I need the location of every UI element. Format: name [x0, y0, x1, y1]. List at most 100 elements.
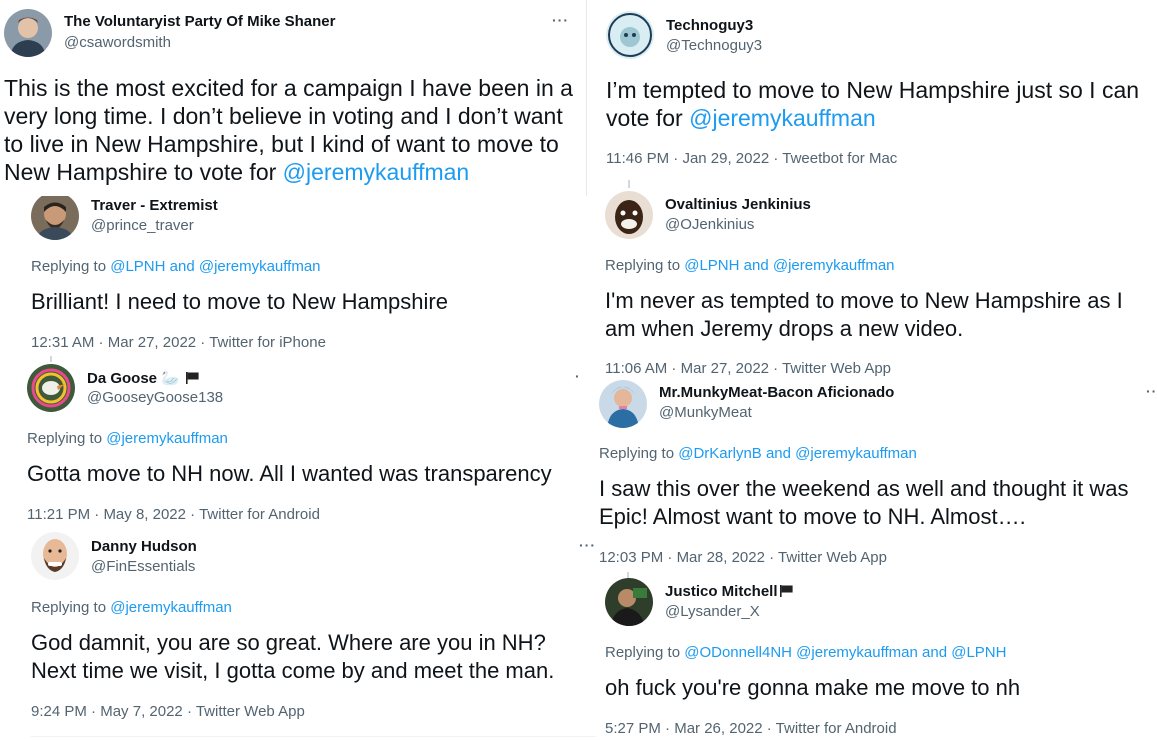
tweet-time[interactable]: 9:24 PM: [31, 703, 87, 720]
tweet-time[interactable]: 11:21 PM: [27, 506, 90, 523]
tweet-card: Mr.MunkyMeat-Bacon Aficionado @MunkyMeat…: [590, 376, 1157, 572]
author-name[interactable]: The Voluntaryist Party Of Mike Shaner: [64, 13, 335, 30]
author-name[interactable]: Justico Mitchell: [665, 583, 794, 600]
mention-link[interactable]: @LPNH: [951, 644, 1006, 661]
more-options-icon[interactable]: ·: [575, 368, 581, 384]
tweet-text: I’m tempted to move to New Hampshire jus…: [606, 76, 1139, 132]
black-flag-icon: [779, 585, 793, 597]
author-name[interactable]: Da Goose 🦢: [87, 369, 200, 387]
tweet-meta: 12:03 PM · Mar 28, 2022 · Twitter Web Ap…: [599, 549, 887, 566]
mention-link[interactable]: @jeremykauffman: [795, 445, 917, 462]
tweet-source[interactable]: Twitter for Android: [199, 506, 320, 523]
tweet-date[interactable]: Mar 27, 2022: [108, 334, 196, 351]
author-handle[interactable]: @Technoguy3: [666, 37, 762, 54]
tweet-source[interactable]: Twitter for iPhone: [209, 334, 326, 351]
black-flag-icon: [186, 372, 199, 384]
author-handle[interactable]: @GooseyGoose138: [87, 389, 223, 406]
tweet-time[interactable]: 11:06 AM: [605, 360, 667, 376]
and-label: and: [917, 644, 952, 661]
tweet-text: Brilliant! I need to move to New Hampshi…: [31, 289, 448, 314]
mention-link[interactable]: @jeremykauffman: [689, 105, 876, 131]
tweet-source[interactable]: Twitter Web App: [782, 360, 891, 376]
avatar[interactable]: [606, 11, 654, 59]
tweet-text-fragment: New Hampshire to vote for: [4, 159, 283, 185]
tweet-time[interactable]: 5:27 PM: [605, 720, 661, 737]
tweet-date[interactable]: Mar 27, 2022: [681, 360, 769, 376]
author-handle[interactable]: @FinEssentials: [91, 558, 195, 575]
tweet-card: The Voluntaryist Party Of Mike Shaner @c…: [0, 0, 586, 196]
tweet-date[interactable]: Mar 28, 2022: [677, 549, 765, 566]
tweet-text: God damnit, you are so great. Where are …: [31, 629, 554, 685]
tweet-meta: 5:27 PM · Mar 26, 2022 · Twitter for And…: [605, 720, 897, 737]
replying-to: Replying to @jeremykauffman: [31, 599, 232, 616]
and-label: and: [761, 445, 796, 462]
avatar[interactable]: [31, 196, 79, 240]
tweet-time[interactable]: 11:46 PM: [606, 150, 669, 167]
avatar[interactable]: [599, 380, 647, 428]
tweet-meta: 11:46 PM · Jan 29, 2022 · Tweetbot for M…: [606, 150, 897, 167]
tweet-text-line: God damnit, you are so great. Where are …: [31, 630, 546, 655]
more-options-icon[interactable]: ···: [579, 537, 596, 553]
separator: ·: [86, 703, 101, 720]
author-name[interactable]: Mr.MunkyMeat-Bacon Aficionado: [659, 384, 894, 401]
replying-label: Replying to: [599, 445, 679, 462]
tweet-card: Technoguy3 @Technoguy3 I’m tempted to mo…: [590, 0, 1157, 196]
author-name[interactable]: Ovaltinius Jenkinius: [665, 196, 811, 213]
separator: ·: [186, 506, 200, 523]
replying-to: Replying to @jeremykauffman: [27, 430, 228, 447]
author-handle[interactable]: @Lysander_X: [665, 603, 760, 620]
separator: ·: [182, 703, 196, 720]
mention-link[interactable]: @jeremykauffman: [796, 644, 918, 661]
author-handle[interactable]: @csawordsmith: [64, 34, 171, 51]
mention-link[interactable]: @LPNH: [684, 257, 739, 274]
tweet-date[interactable]: Jan 29, 2022: [682, 150, 769, 167]
more-options-icon[interactable]: ···: [552, 12, 569, 28]
more-options-icon[interactable]: ··: [1146, 383, 1157, 399]
replying-label: Replying to: [31, 258, 111, 275]
tweet-meta: 12:31 AM · Mar 27, 2022 · Twitter for iP…: [31, 334, 326, 351]
tweet-source[interactable]: Twitter for Android: [776, 720, 897, 737]
tweet-text-line: Next time we visit, I gotta come by and …: [31, 658, 555, 683]
tweet-source[interactable]: Tweetbot for Mac: [782, 150, 897, 167]
tweet-card: Danny Hudson @FinEssentials ··· Replying…: [0, 528, 600, 740]
author-name[interactable]: Traver - Extremist: [91, 197, 218, 214]
avatar[interactable]: [31, 532, 79, 580]
mention-link[interactable]: @LPNH: [110, 258, 165, 275]
tweet-date[interactable]: May 8, 2022: [103, 506, 186, 523]
mention-link[interactable]: @DrKarlynB: [678, 445, 762, 462]
author-name[interactable]: Danny Hudson: [91, 538, 197, 555]
mention-link[interactable]: @jeremykauffman: [106, 430, 228, 447]
separator: ·: [660, 720, 675, 737]
avatar[interactable]: [605, 191, 653, 239]
tweet-meta: 9:24 PM · May 7, 2022 · Twitter Web App: [31, 703, 305, 720]
tweet-text-line: I saw this over the weekend as well and …: [599, 476, 1129, 501]
mention-link[interactable]: @ODonnell4NH: [684, 644, 792, 661]
tweet-time[interactable]: 12:03 PM: [599, 549, 663, 566]
tweet-text-line: vote for @jeremykauffman: [606, 104, 1139, 132]
author-handle[interactable]: @OJenkinius: [665, 216, 754, 233]
tweet-text: Gotta move to NH now. All I wanted was t…: [27, 461, 552, 486]
avatar[interactable]: [605, 578, 653, 626]
tweet-text: oh fuck you're gonna make me move to nh: [605, 675, 1021, 700]
author-name[interactable]: Technoguy3: [666, 17, 753, 34]
mention-link[interactable]: @jeremykauffman: [110, 599, 232, 616]
tweet-source[interactable]: Twitter Web App: [196, 703, 305, 720]
mention-link[interactable]: @jeremykauffman: [283, 159, 470, 185]
tweet-card: Justico Mitchell @Lysander_X Replying to…: [600, 572, 1157, 740]
tweet-source[interactable]: Twitter Web App: [778, 549, 887, 566]
tweet-date[interactable]: May 7, 2022: [100, 703, 183, 720]
tweet-card: Traver - Extremist @prince_traver Replyi…: [0, 196, 590, 356]
mention-link[interactable]: @jeremykauffman: [773, 257, 895, 274]
separator: ·: [762, 720, 776, 737]
tweet-text-line: New Hampshire to vote for @jeremykauffma…: [4, 158, 573, 186]
swan-icon: 🦢: [161, 370, 180, 387]
mention-link[interactable]: @jeremykauffman: [199, 258, 321, 275]
tweet-time[interactable]: 12:31 AM: [31, 334, 94, 351]
author-handle[interactable]: @MunkyMeat: [659, 404, 752, 421]
tweet-text-line: to live in New Hampshire, but I kind of …: [4, 131, 559, 157]
author-handle[interactable]: @prince_traver: [91, 217, 194, 234]
avatar[interactable]: [27, 364, 75, 412]
avatar[interactable]: [4, 9, 52, 57]
card-border: [586, 0, 587, 196]
tweet-date[interactable]: Mar 26, 2022: [674, 720, 762, 737]
